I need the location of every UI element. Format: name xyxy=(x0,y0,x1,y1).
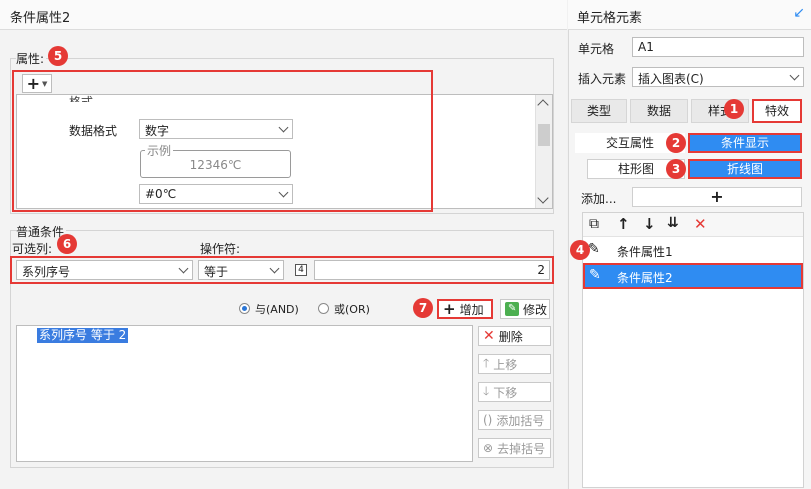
plus-icon: + xyxy=(710,187,724,206)
insert-element-label: 插入元素 xyxy=(578,72,627,86)
condition-list-item[interactable]: 系列序号 等于 2 xyxy=(37,328,129,343)
collapse-arrow-icon[interactable]: ↙ xyxy=(793,5,805,21)
dialog-title: 条件属性2 xyxy=(10,11,71,26)
column-label: 可选列: xyxy=(12,242,53,256)
chevron-down-icon xyxy=(786,68,803,86)
badge-2: 2 xyxy=(666,133,686,153)
arrow-up-icon: 🡑 xyxy=(483,355,490,370)
add-label: 添加... xyxy=(581,192,617,206)
badge-6: 6 xyxy=(57,234,77,254)
and-radio[interactable] xyxy=(239,303,250,314)
delete-x-icon[interactable]: ✕ xyxy=(694,215,707,233)
badge-3: 3 xyxy=(666,159,686,179)
condition-attr-toolbar: ⧉ ↑ ↓ ⇊ ✕ xyxy=(583,213,803,237)
scroll-up-icon[interactable] xyxy=(537,99,549,111)
chart-type-line[interactable]: 折线图 xyxy=(688,159,802,179)
annotation-box-5 xyxy=(12,70,433,212)
move-bottom-icon[interactable]: ⇊ xyxy=(667,215,679,231)
badge-7: 7 xyxy=(413,298,433,318)
scroll-down-icon[interactable] xyxy=(537,192,549,204)
cell-label: 单元格 xyxy=(578,42,615,56)
remove-bracket-icon: ⊗ xyxy=(483,441,494,455)
condition-attr-item-1[interactable]: ✎ 条件属性1 xyxy=(583,239,803,261)
plus-icon: + xyxy=(443,300,456,318)
or-radio-label: 或(OR) xyxy=(334,303,370,316)
arrow-up-icon[interactable]: ↑ xyxy=(617,215,630,233)
delete-condition-button[interactable]: ✕ 删除 xyxy=(478,326,551,346)
arrow-down-icon[interactable]: ↓ xyxy=(643,215,656,233)
condition-list[interactable]: 系列序号 等于 2 xyxy=(16,325,473,462)
badge-1: 1 xyxy=(724,99,744,119)
properties-scrollbar[interactable] xyxy=(535,95,552,208)
cell-input[interactable]: A1 xyxy=(632,37,804,57)
tab-type[interactable]: 类型 xyxy=(571,99,627,123)
badge-5: 5 xyxy=(48,46,68,66)
move-down-button[interactable]: 🡓 下移 xyxy=(478,382,551,402)
pencil-icon: ✎ xyxy=(589,267,601,283)
bracket-icon: () xyxy=(483,413,493,427)
operator-label: 操作符: xyxy=(200,242,241,256)
and-radio-label: 与(AND) xyxy=(255,303,299,316)
arrow-down-icon: 🡓 xyxy=(483,383,490,398)
remove-bracket-button[interactable]: ⊗ 去掉括号 xyxy=(478,438,551,458)
condition-attr-item-2[interactable]: ✎ 条件属性2 xyxy=(583,263,803,289)
or-radio[interactable] xyxy=(318,303,329,314)
insert-element-select[interactable]: 插入图表(C) xyxy=(632,67,804,87)
edit-icon: ✎ xyxy=(505,302,519,316)
panel-title: 单元格元素 xyxy=(577,11,643,26)
subtab-condition-display[interactable]: 条件显示 xyxy=(688,133,802,153)
annotation-box-6 xyxy=(10,256,554,284)
panel-header: 单元格元素 ↙ xyxy=(568,0,811,30)
properties-group-label: 属性: xyxy=(16,50,47,67)
add-condition-button[interactable]: + 增加 xyxy=(437,299,493,319)
tab-data[interactable]: 数据 xyxy=(630,99,688,123)
tab-effects[interactable]: 特效 xyxy=(752,99,802,123)
add-bracket-button[interactable]: () 添加括号 xyxy=(478,410,551,430)
move-up-button[interactable]: 🡑 上移 xyxy=(478,354,551,374)
badge-4: 4 xyxy=(570,240,590,260)
dialog-header: 条件属性2 xyxy=(0,0,567,30)
add-condition-attr-button[interactable]: + xyxy=(632,187,802,207)
copy-icon[interactable]: ⧉ xyxy=(589,216,599,232)
scroll-thumb[interactable] xyxy=(538,124,550,146)
modify-condition-button[interactable]: ✎ 修改 xyxy=(500,299,550,319)
delete-x-icon: ✕ xyxy=(483,328,495,344)
